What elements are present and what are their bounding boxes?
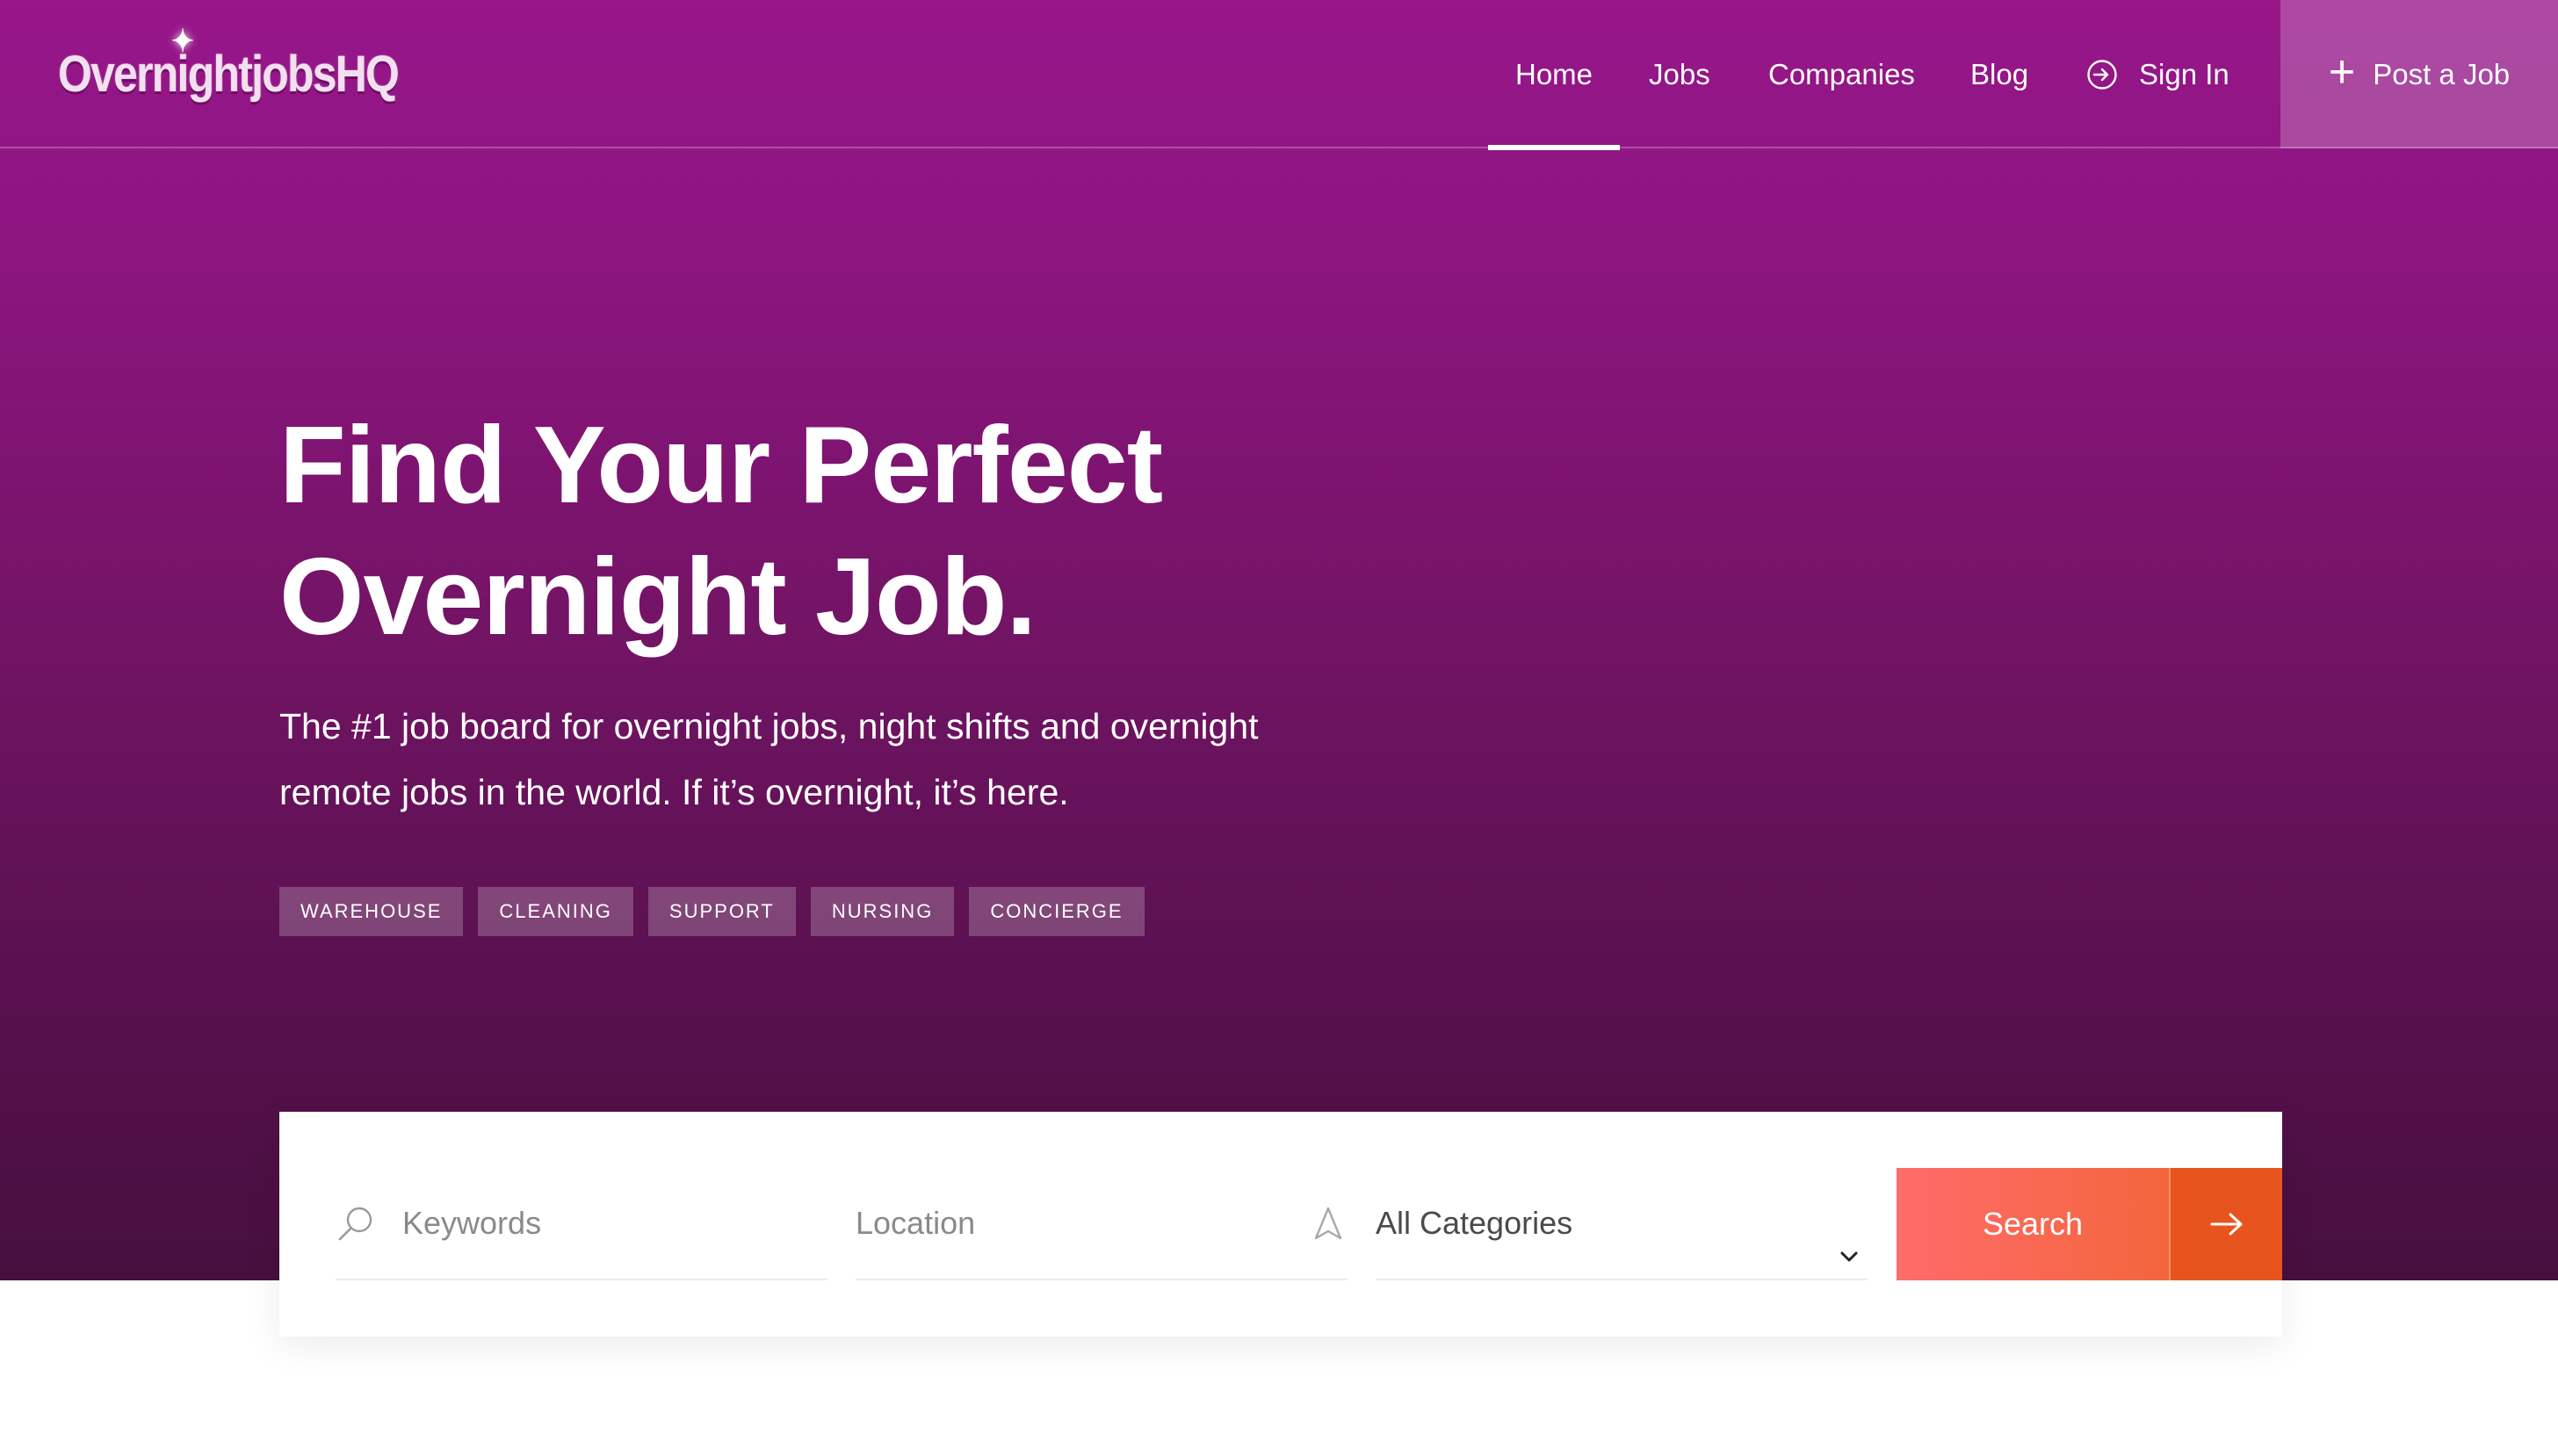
keywords-field: [336, 1168, 827, 1280]
nav-blog[interactable]: Blog: [1970, 0, 2028, 148]
category-tags: WAREHOUSE CLEANING SUPPORT NURSING CONCI…: [279, 887, 1145, 936]
nav-home-label: Home: [1514, 57, 1593, 90]
logo-text: OvernightjobsHQ: [58, 45, 400, 103]
site-logo[interactable]: OvernightjobsHQ ✦: [58, 23, 400, 109]
post-job-button[interactable]: + Post a Job: [2280, 0, 2558, 148]
tag-cleaning[interactable]: CLEANING: [478, 887, 633, 936]
category-select[interactable]: All Categories: [1376, 1168, 1868, 1280]
nav-jobs-label: Jobs: [1649, 57, 1710, 90]
job-search-form: All Categories Search: [279, 1112, 2282, 1337]
nav-blog-label: Blog: [1970, 57, 2029, 90]
category-select-value: All Categories: [1376, 1205, 1573, 1241]
nav-home[interactable]: Home: [1488, 0, 1620, 150]
nav-sign-in[interactable]: Sign In: [2086, 0, 2229, 148]
tag-nursing[interactable]: NURSING: [810, 887, 955, 936]
location-input[interactable]: [856, 1205, 1312, 1242]
hero-subtitle: The #1 job board for overnight jobs, nig…: [279, 694, 1369, 825]
hero-title-line-2: Overnight Job.: [279, 537, 1037, 658]
arrow-right-icon: [2210, 1213, 2242, 1236]
plus-icon: +: [2328, 46, 2356, 97]
location-field: [856, 1168, 1348, 1280]
sign-in-icon: [2087, 59, 2117, 90]
search-arrow-button[interactable]: [2169, 1168, 2282, 1280]
search-icon: [338, 1207, 372, 1241]
search-button-label: Search: [1982, 1206, 2084, 1242]
hero-subtitle-line-2: remote jobs in the world. If it’s overni…: [279, 772, 1069, 812]
hero-subtitle-line-1: The #1 job board for overnight jobs, nig…: [279, 706, 1259, 746]
search-button[interactable]: Search: [1897, 1168, 2169, 1280]
tag-warehouse[interactable]: WAREHOUSE: [279, 887, 464, 936]
chevron-down-icon: [1840, 1251, 1858, 1262]
sparkle-icon: ✦: [171, 23, 194, 59]
tag-concierge[interactable]: CONCIERGE: [969, 887, 1145, 936]
nav-jobs[interactable]: Jobs: [1649, 0, 1710, 148]
location-arrow-icon[interactable]: [1312, 1206, 1344, 1241]
sign-in-label: Sign In: [2139, 57, 2229, 90]
keywords-input[interactable]: [402, 1205, 827, 1242]
hero-title: Find Your Perfect Overnight Job.: [279, 400, 1509, 663]
nav-companies[interactable]: Companies: [1768, 0, 1915, 148]
tag-support[interactable]: SUPPORT: [647, 887, 796, 936]
site-header: OvernightjobsHQ ✦ Home Jobs Companies Bl…: [0, 0, 2558, 150]
hero-title-line-1: Find Your Perfect: [279, 405, 1163, 526]
post-job-label: Post a Job: [2373, 57, 2511, 90]
nav-companies-label: Companies: [1768, 57, 1915, 90]
